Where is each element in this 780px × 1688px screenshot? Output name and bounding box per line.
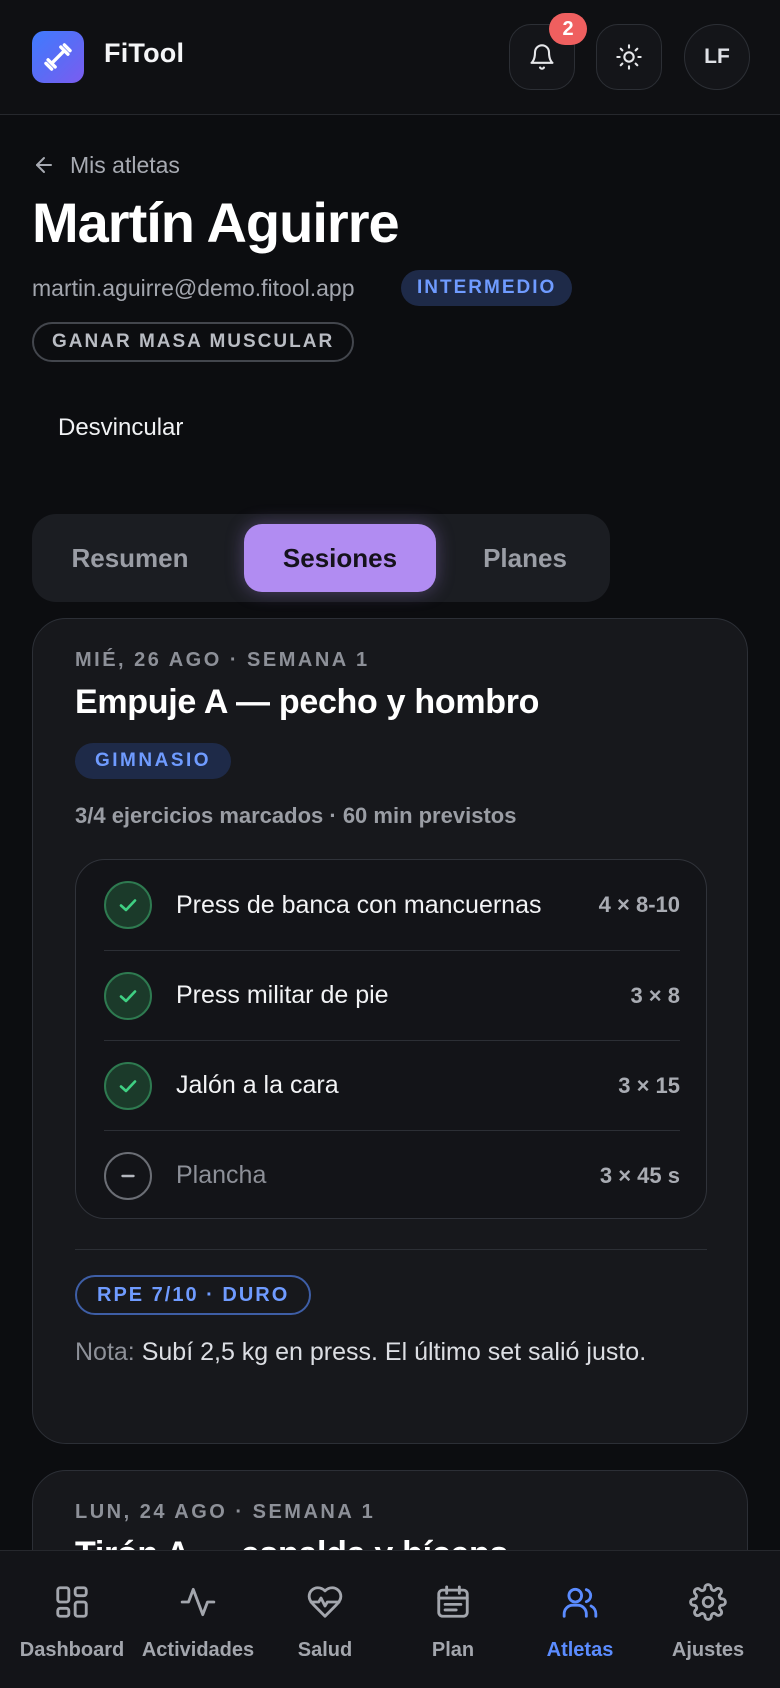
exercise-sets: 4 × 8-10: [598, 892, 680, 917]
athlete-email: martin.aguirre@demo.fitool.app: [32, 275, 355, 301]
nav-dashboard[interactable]: Dashboard: [12, 1551, 132, 1688]
tab-sesiones[interactable]: Sesiones: [244, 524, 436, 592]
bell-icon: [530, 44, 554, 70]
session-note: Nota: Subí 2,5 kg en press. El último se…: [75, 1331, 695, 1373]
heart-pulse-icon: [307, 1586, 343, 1618]
unlink-athlete-button[interactable]: Desvincular: [58, 414, 183, 442]
exercise-name: Press de banca con mancuernas: [176, 890, 542, 919]
exercise-name: Press militar de pie: [176, 981, 389, 1009]
athlete-name: Martín Aguirre: [32, 191, 400, 254]
level-badge: INTERMEDIO: [401, 270, 573, 306]
exercise-row[interactable]: Press militar de pie 3 × 8: [104, 950, 680, 1040]
app-logo[interactable]: [32, 31, 84, 83]
back-link-label: Mis atletas: [70, 151, 180, 178]
divider: [75, 1249, 707, 1250]
exercise-name: Jalón a la cara: [176, 1071, 339, 1099]
exercise-row[interactable]: Jalón a la cara 3 × 15: [104, 1040, 680, 1130]
tab-planes[interactable]: Planes: [450, 524, 600, 592]
goal-badge: GANAR MASA MUSCULAR: [32, 322, 355, 362]
session-card[interactable]: MIÉ, 26 AGO · SEMANA 1 Empuje A — pecho …: [32, 618, 748, 1444]
check-icon[interactable]: [104, 1061, 152, 1110]
sun-icon: [616, 44, 642, 70]
nav-label: Atletas: [546, 1639, 614, 1661]
check-icon[interactable]: [104, 971, 152, 1020]
nav-label: Salud: [297, 1639, 353, 1661]
settings-icon: [689, 1583, 727, 1621]
note-label: Nota:: [75, 1338, 135, 1366]
exercise-sets: 3 × 15: [618, 1072, 680, 1098]
session-summary: 3/4 ejercicios marcados · 60 min previst…: [75, 803, 517, 828]
dumbbell-icon: [44, 43, 72, 71]
exercise-sets: 3 × 8: [630, 982, 680, 1008]
athlete-tabs: Resumen Sesiones Planes: [32, 514, 610, 602]
bottom-navigation: Dashboard Actividades Salud Plan Atletas…: [0, 1550, 780, 1688]
note-text: Subí 2,5 kg en press. El último set sali…: [141, 1338, 647, 1366]
session-date: MIÉ, 26 AGO · SEMANA 1: [75, 649, 370, 671]
exercise-row[interactable]: Press de banca con mancuernas 4 × 8-10: [104, 860, 680, 950]
exercise-name: Plancha: [176, 1161, 267, 1189]
user-avatar-button[interactable]: LF: [684, 24, 750, 90]
minus-icon[interactable]: [104, 1151, 152, 1200]
nav-label: Plan: [431, 1639, 475, 1661]
app-title: FiTool: [104, 38, 185, 68]
nav-plan[interactable]: Plan: [393, 1551, 513, 1688]
rpe-badge: RPE 7/10 · DURO: [75, 1275, 312, 1315]
calendar-icon: [437, 1585, 469, 1618]
arrow-left-icon: [36, 157, 52, 173]
exercise-list: Press de banca con mancuernas 4 × 8-10 P…: [75, 859, 707, 1219]
nav-label: Actividades: [141, 1639, 255, 1661]
users-icon: [562, 1587, 598, 1618]
nav-atletas[interactable]: Atletas: [520, 1551, 640, 1688]
session-type-badge: GIMNASIO: [75, 743, 232, 779]
check-icon[interactable]: [104, 881, 152, 929]
nav-ajustes[interactable]: Ajustes: [648, 1551, 768, 1688]
nav-label: Dashboard: [19, 1639, 125, 1661]
dashboard-icon: [56, 1586, 88, 1618]
notification-count-badge: 2: [549, 13, 587, 45]
tab-resumen[interactable]: Resumen: [44, 524, 216, 592]
theme-toggle-button[interactable]: [596, 24, 662, 90]
session-date: LUN, 24 AGO · SEMANA 1: [75, 1501, 376, 1523]
nav-salud[interactable]: Salud: [265, 1551, 385, 1688]
back-to-athletes-link[interactable]: Mis atletas: [32, 150, 180, 180]
activity-icon: [180, 1587, 216, 1617]
exercise-row[interactable]: Plancha 3 × 45 s: [104, 1130, 680, 1220]
top-app-bar: FiTool 2 LF: [0, 0, 780, 115]
nav-label: Ajustes: [671, 1639, 745, 1661]
session-title: Empuje A — pecho y hombro: [75, 683, 540, 721]
nav-actividades[interactable]: Actividades: [138, 1551, 258, 1688]
exercise-sets: 3 × 45 s: [599, 1162, 680, 1188]
